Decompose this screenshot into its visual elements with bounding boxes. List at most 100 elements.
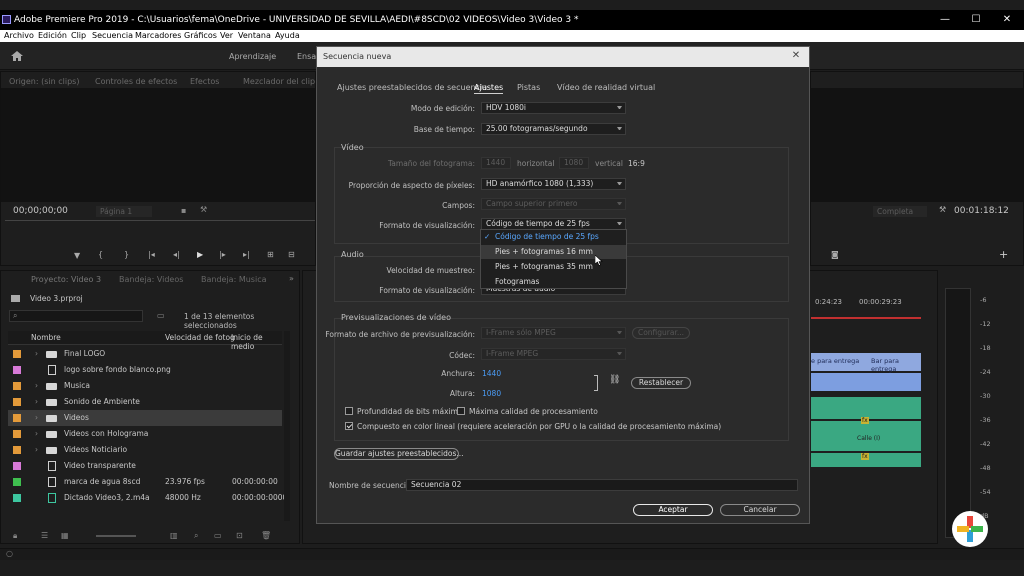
tab-video-realidad-virtual[interactable]: Vídeo de realidad virtual bbox=[557, 83, 655, 92]
new-bin-icon[interactable]: ▭ bbox=[157, 311, 165, 320]
home-icon[interactable] bbox=[11, 51, 23, 61]
menu-edicion[interactable]: Edición bbox=[38, 30, 67, 42]
cancel-button[interactable]: Cancelar bbox=[720, 504, 800, 516]
audio-waveform-3[interactable]: fx bbox=[811, 453, 921, 467]
menu-ayuda[interactable]: Ayuda bbox=[275, 30, 300, 42]
ok-button[interactable]: Aceptar bbox=[633, 504, 713, 516]
mark-out-icon[interactable]: } bbox=[124, 250, 129, 259]
frame-width-input[interactable]: 1440 bbox=[481, 157, 511, 169]
project-row[interactable]: › Videos bbox=[8, 410, 282, 426]
menu-clip[interactable]: Clip bbox=[71, 30, 86, 42]
fields-select[interactable]: Campo superior primero bbox=[481, 198, 626, 210]
menu-ver[interactable]: Ver bbox=[220, 30, 233, 42]
audio-waveform-2[interactable]: fx Calle (I) bbox=[811, 417, 921, 451]
tab-pistas[interactable]: Pistas bbox=[517, 83, 540, 92]
menu-archivo[interactable]: Archivo bbox=[4, 30, 34, 42]
new-folder-icon[interactable]: ▭ bbox=[214, 531, 222, 540]
dropdown-option-35mm[interactable]: Pies + fotogramas 35 mm bbox=[481, 260, 626, 274]
video-clip-track-2[interactable]: e para entrega Bar para entrega bbox=[811, 353, 921, 373]
dropdown-option-16mm[interactable]: Pies + fotogramas 16 mm bbox=[481, 245, 626, 259]
column-velocidad[interactable]: Velocidad de fotog bbox=[165, 333, 235, 342]
close-button[interactable]: ✕ bbox=[992, 10, 1022, 30]
preview-format-select[interactable]: I-Frame sólo MPEG bbox=[481, 327, 626, 339]
audio-waveform-1[interactable] bbox=[811, 397, 921, 419]
dialog-close-icon[interactable]: ✕ bbox=[791, 51, 801, 61]
chevron-right-icon[interactable]: › bbox=[35, 410, 38, 426]
step-back-icon[interactable]: ◂| bbox=[173, 250, 180, 259]
chevron-right-icon[interactable]: › bbox=[35, 442, 38, 458]
step-forward-icon[interactable]: |▸ bbox=[219, 250, 226, 259]
linear-color-checkbox[interactable] bbox=[345, 422, 353, 430]
chevron-right-icon[interactable]: › bbox=[35, 346, 38, 362]
project-search-input[interactable]: ⌕ bbox=[9, 310, 143, 322]
project-row[interactable]: Video transparente bbox=[8, 458, 282, 474]
dropdown-option-fotogramas[interactable]: Fotogramas bbox=[481, 275, 626, 289]
zoom-slider[interactable] bbox=[96, 535, 136, 537]
tab-ajustes[interactable]: Ajustes bbox=[474, 83, 504, 94]
pixel-aspect-select[interactable]: HD anamórfico 1080 (1,333) bbox=[481, 178, 626, 190]
tab-origen[interactable]: Origen: (sin clips) bbox=[9, 77, 79, 86]
tab-ajustes-preestablecidos[interactable]: Ajustes preestablecidos de secuencia bbox=[337, 83, 487, 92]
reset-button[interactable]: Restablecer bbox=[631, 377, 691, 389]
link-chain-icon[interactable]: ⛓ bbox=[609, 375, 620, 385]
project-row[interactable]: marca de agua 8scd 23.976 fps 00:00:00:00 bbox=[8, 474, 282, 490]
project-row[interactable]: › Musica bbox=[8, 378, 282, 394]
trash-icon[interactable]: 🗑︎ bbox=[261, 531, 271, 540]
column-nombre[interactable]: Nombre bbox=[31, 333, 61, 342]
menu-marcadores[interactable]: Marcadores bbox=[135, 30, 181, 42]
program-wrench-icon[interactable]: ⚒ bbox=[939, 205, 946, 214]
timebase-select[interactable]: 25.00 fotogramas/segundo bbox=[481, 123, 626, 135]
lock-icon[interactable]: 🔒︎ bbox=[13, 531, 17, 541]
new-item-icon[interactable]: ⊡ bbox=[236, 531, 243, 540]
width-value[interactable]: 1440 bbox=[482, 369, 501, 378]
dropdown-option-25fps[interactable]: ✓ Código de tiempo de 25 fps bbox=[481, 230, 626, 244]
chevron-right-icon[interactable]: › bbox=[35, 394, 38, 410]
marker-icon[interactable]: ▪ bbox=[181, 206, 186, 215]
menu-ventana[interactable]: Ventana bbox=[238, 30, 271, 42]
codec-select[interactable]: I-Frame MPEG bbox=[481, 348, 626, 360]
mark-in-icon[interactable]: { bbox=[98, 250, 103, 259]
fit-select[interactable]: Completa bbox=[873, 206, 927, 217]
add-marker-icon[interactable]: ▼ bbox=[74, 251, 80, 260]
camera-icon[interactable]: ◙ bbox=[831, 250, 839, 259]
configure-button[interactable]: Configurar... bbox=[632, 327, 690, 339]
settings-wrench-icon[interactable]: ⚒ bbox=[200, 205, 207, 214]
project-row[interactable]: › Sonido de Ambiente bbox=[8, 394, 282, 410]
tab-proyecto[interactable]: Proyecto: Video 3 bbox=[31, 275, 101, 284]
frame-height-input[interactable]: 1080 bbox=[559, 157, 589, 169]
project-scrollbar[interactable] bbox=[284, 331, 290, 521]
go-to-out-icon[interactable]: ▸| bbox=[243, 250, 250, 259]
insert-icon[interactable]: ⊞ bbox=[267, 250, 274, 259]
minimize-button[interactable]: — bbox=[930, 10, 960, 30]
page-select[interactable]: Página 1 bbox=[96, 206, 152, 217]
chevron-right-icon[interactable]: › bbox=[35, 426, 38, 442]
list-view-icon[interactable]: ☰ bbox=[41, 531, 48, 540]
max-bit-depth-checkbox[interactable] bbox=[345, 407, 353, 415]
menu-secuencia[interactable]: Secuencia bbox=[92, 30, 133, 42]
tab-bandeja-videos[interactable]: Bandeja: Videos bbox=[119, 275, 183, 284]
panel-overflow-icon[interactable]: » bbox=[289, 274, 294, 283]
project-row[interactable]: logo sobre fondo blanco.png bbox=[8, 362, 282, 378]
workspace-tab-aprendizaje[interactable]: Aprendizaje bbox=[229, 52, 276, 61]
chevron-right-icon[interactable]: › bbox=[35, 378, 38, 394]
tab-efectos[interactable]: Efectos bbox=[190, 77, 219, 86]
play-icon[interactable]: ▶ bbox=[197, 250, 203, 259]
automate-icon[interactable]: ▥ bbox=[170, 531, 178, 540]
project-row[interactable]: › Final LOGO bbox=[8, 346, 282, 362]
maximize-button[interactable]: ☐ bbox=[961, 10, 991, 30]
tab-bandeja-musica[interactable]: Bandeja: Musica bbox=[201, 275, 267, 284]
sequence-name-input[interactable]: Secuencia 02 bbox=[406, 479, 798, 491]
tab-controles-efectos[interactable]: Controles de efectos bbox=[95, 77, 177, 86]
edit-mode-select[interactable]: HDV 1080i bbox=[481, 102, 626, 114]
video-clip-track-1[interactable] bbox=[811, 373, 921, 391]
project-row[interactable]: › Videos con Holograma bbox=[8, 426, 282, 442]
save-preset-button[interactable]: Guardar ajustes preestablecidos... bbox=[334, 448, 464, 460]
project-row[interactable]: › Videos Noticiario bbox=[8, 442, 282, 458]
height-value[interactable]: 1080 bbox=[482, 389, 501, 398]
add-button-icon[interactable]: + bbox=[999, 248, 1008, 261]
project-row[interactable]: Dictado Video3, 2.m4a 48000 Hz 00:00:00:00… bbox=[8, 490, 287, 506]
max-render-quality-checkbox[interactable] bbox=[457, 407, 465, 415]
find-icon[interactable]: ⌕ bbox=[194, 531, 198, 541]
go-to-in-icon[interactable]: |◂ bbox=[148, 250, 155, 259]
icon-view-icon[interactable]: ▦ bbox=[61, 531, 69, 540]
